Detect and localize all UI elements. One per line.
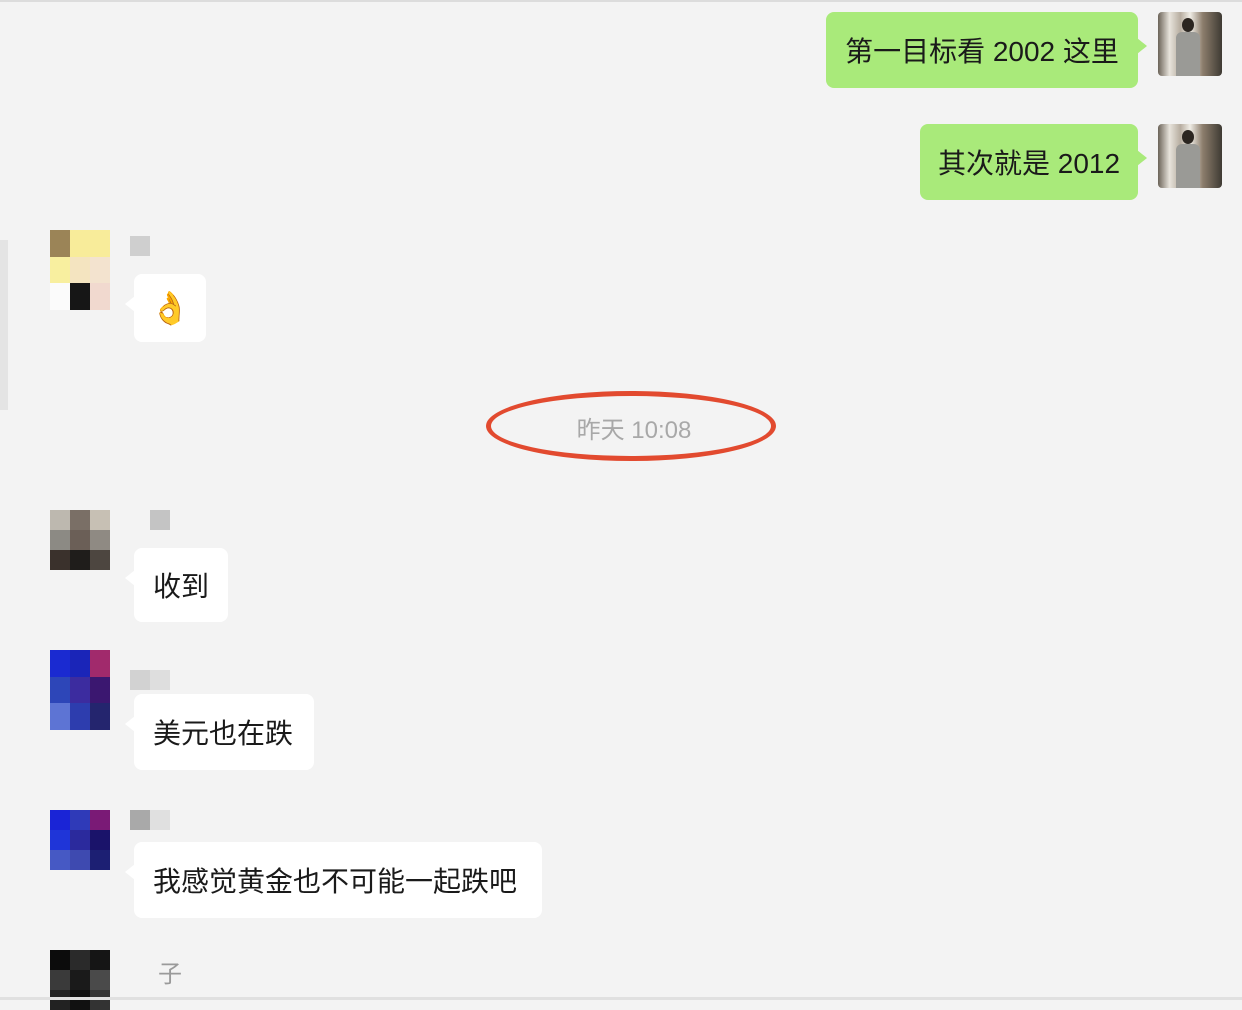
sender-name-redacted xyxy=(130,810,170,830)
message-text: 收到 xyxy=(153,571,210,602)
contact-avatar[interactable] xyxy=(50,650,110,730)
message-bubble-received[interactable]: 👌 xyxy=(125,274,206,342)
sender-name: 子 xyxy=(158,961,182,988)
window-top-border xyxy=(0,0,1242,2)
sender-name-redacted xyxy=(130,670,170,690)
my-avatar[interactable] xyxy=(1158,124,1222,188)
sender-name-redacted xyxy=(130,236,150,256)
message-bubble-received[interactable]: 我感觉黄金也不可能一起跌吧 xyxy=(125,842,542,918)
message-bubble-received[interactable]: 美元也在跌 xyxy=(125,694,314,770)
message-bubble-sent[interactable]: 其次就是 2012 xyxy=(920,124,1147,200)
message-text: 其次就是 2012 xyxy=(937,148,1121,179)
message-text: 第一目标看 2002 这里 xyxy=(845,36,1119,67)
annotation-circle xyxy=(486,391,776,461)
contact-avatar[interactable] xyxy=(50,510,110,570)
message-text: 我感觉黄金也不可能一起跌吧 xyxy=(153,866,518,897)
sender-name-redacted xyxy=(150,510,170,530)
ok-hand-emoji: 👌 xyxy=(150,290,190,326)
contact-avatar[interactable] xyxy=(50,810,110,870)
message-text: 美元也在跌 xyxy=(153,718,294,749)
message-bubble-received[interactable]: 收到 xyxy=(125,548,228,622)
message-bubble-sent[interactable]: 第一目标看 2002 这里 xyxy=(826,12,1147,88)
contact-avatar[interactable] xyxy=(50,230,110,310)
my-avatar[interactable] xyxy=(1158,12,1222,76)
left-scrollbar[interactable] xyxy=(0,240,8,410)
contact-avatar[interactable] xyxy=(50,950,110,1010)
